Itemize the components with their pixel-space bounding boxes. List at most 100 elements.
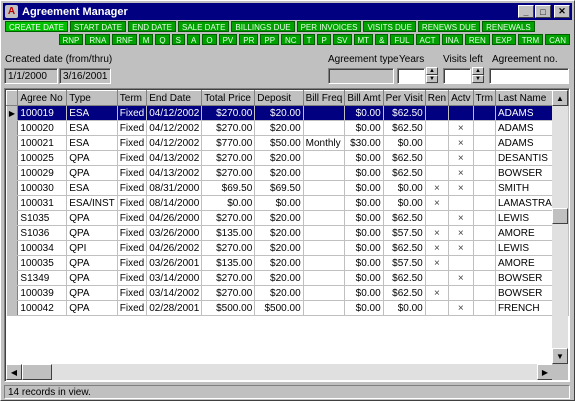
- cell-bill-amt[interactable]: $0.00: [344, 255, 384, 271]
- created-thru-field[interactable]: 3/16/2001: [59, 68, 111, 84]
- cell-total-price[interactable]: $270.00: [201, 210, 256, 226]
- cell-deposit[interactable]: $20.00: [254, 165, 304, 181]
- filter-code-rna[interactable]: RNA: [85, 34, 111, 45]
- cell-bill-amt[interactable]: $0.00: [344, 285, 384, 301]
- cell-bill-freq[interactable]: [303, 225, 346, 241]
- cell-agree-no[interactable]: S1035: [17, 210, 68, 226]
- row-indicator[interactable]: [6, 180, 19, 196]
- visits-left-field[interactable]: [443, 68, 471, 84]
- scroll-down-icon[interactable]: ▼: [552, 348, 568, 364]
- cell-agree-no[interactable]: 100039: [17, 285, 68, 301]
- cell-ren[interactable]: ×: [425, 225, 450, 241]
- cell-bill-amt[interactable]: $0.00: [344, 120, 384, 136]
- cell-ren[interactable]: [425, 270, 450, 286]
- cell-bill-amt[interactable]: $0.00: [344, 180, 384, 196]
- cell-term[interactable]: Fixed: [117, 165, 148, 181]
- cell-term[interactable]: Fixed: [117, 210, 148, 226]
- row-indicator[interactable]: [6, 150, 19, 166]
- row-indicator[interactable]: [6, 240, 19, 256]
- cell-actv[interactable]: ×: [448, 225, 474, 241]
- cell-deposit[interactable]: $20.00: [254, 105, 304, 121]
- cell-deposit[interactable]: $20.00: [254, 210, 304, 226]
- visits-left-spinner[interactable]: ▲ ▼: [472, 67, 484, 84]
- cell-bill-amt[interactable]: $0.00: [344, 105, 384, 121]
- cell-per-visit[interactable]: $62.50: [383, 210, 426, 226]
- cell-per-visit[interactable]: $62.50: [383, 285, 426, 301]
- sort-tab-sale-date[interactable]: SALE DATE: [178, 21, 230, 32]
- cell-bill-freq[interactable]: [303, 180, 346, 196]
- cell-type[interactable]: QPA: [66, 285, 118, 301]
- cell-agree-no[interactable]: 100025: [17, 150, 68, 166]
- cell-term[interactable]: Fixed: [117, 135, 148, 151]
- cell-agree-no[interactable]: 100029: [17, 165, 68, 181]
- filter-code-p[interactable]: P: [317, 34, 331, 45]
- cell-actv[interactable]: ×: [448, 135, 474, 151]
- cell-type[interactable]: ESA: [66, 135, 118, 151]
- cell-total-price[interactable]: $270.00: [201, 120, 256, 136]
- row-indicator[interactable]: [6, 120, 19, 136]
- cell-bill-freq[interactable]: [303, 270, 346, 286]
- column-header-type[interactable]: Type: [66, 90, 118, 106]
- cell-bill-amt[interactable]: $0.00: [344, 150, 384, 166]
- table-row[interactable]: 100021 ESA Fixed 04/12/2002 $770.00 $50.00 Mon…: [6, 135, 569, 151]
- column-header-trm[interactable]: Trm: [472, 90, 496, 106]
- cell-bill-freq[interactable]: [303, 300, 346, 316]
- cell-end-date[interactable]: 04/13/2002: [146, 165, 203, 181]
- filter-code-s[interactable]: S: [171, 34, 185, 45]
- column-header-agree-no[interactable]: Agree No: [17, 90, 68, 106]
- table-row[interactable]: 100031 ESA/INST Fixed 08/14/2000 $0.00 $0.00 $…: [6, 195, 569, 211]
- filter-code-rnp[interactable]: RNP: [58, 34, 84, 45]
- cell-bill-freq[interactable]: [303, 120, 346, 136]
- cell-actv[interactable]: ×: [448, 270, 474, 286]
- table-row[interactable]: 100030 ESA Fixed 08/31/2000 $69.50 $69.50 $0.0…: [6, 180, 569, 196]
- cell-bill-amt[interactable]: $0.00: [344, 210, 384, 226]
- cell-per-visit[interactable]: $62.50: [383, 165, 426, 181]
- agreements-grid[interactable]: Agree No Type Term End Date Total Price Depos…: [4, 88, 570, 382]
- cell-term[interactable]: Fixed: [117, 285, 148, 301]
- column-header-total-price[interactable]: Total Price: [201, 90, 256, 106]
- filter-code-ina[interactable]: INA: [441, 34, 463, 45]
- cell-term[interactable]: Fixed: [117, 300, 148, 316]
- cell-agree-no[interactable]: 100019: [17, 105, 68, 121]
- cell-deposit[interactable]: $20.00: [254, 150, 304, 166]
- cell-deposit[interactable]: $20.00: [254, 225, 304, 241]
- cell-term[interactable]: Fixed: [117, 120, 148, 136]
- cell-type[interactable]: QPA: [66, 150, 118, 166]
- cell-bill-amt[interactable]: $30.00: [344, 135, 384, 151]
- filter-code-o[interactable]: O: [202, 34, 217, 45]
- sort-tab-per-invoices[interactable]: PER INVOICES: [296, 21, 362, 32]
- sort-tab-create-date[interactable]: CREATE DATE: [5, 21, 68, 32]
- sort-tab-billings-due[interactable]: BILLINGS DUE: [231, 21, 295, 32]
- cell-trm[interactable]: [473, 255, 496, 271]
- column-header-bill-amt[interactable]: Bill Amt: [344, 90, 384, 106]
- cell-ren[interactable]: [425, 150, 450, 166]
- cell-trm[interactable]: [473, 120, 496, 136]
- cell-deposit[interactable]: $500.00: [254, 300, 304, 316]
- cell-per-visit[interactable]: $62.50: [383, 240, 426, 256]
- cell-per-visit[interactable]: $0.00: [383, 300, 426, 316]
- sort-tab-end-date[interactable]: END DATE: [128, 21, 176, 32]
- filter-code-pr[interactable]: PR: [239, 34, 259, 45]
- cell-bill-freq[interactable]: [303, 105, 346, 121]
- cell-bill-freq[interactable]: [303, 285, 346, 301]
- cell-type[interactable]: QPA: [66, 210, 118, 226]
- filter-code-a[interactable]: A: [186, 34, 201, 45]
- cell-type[interactable]: ESA/INST: [66, 195, 118, 211]
- cell-agree-no[interactable]: 100034: [17, 240, 68, 256]
- years-field[interactable]: [397, 68, 425, 84]
- cell-trm[interactable]: [473, 270, 496, 286]
- filter-code-act[interactable]: ACT: [415, 34, 440, 45]
- table-row[interactable]: 100042 QPA Fixed 02/28/2001 $500.00 $500.00 $0…: [6, 300, 569, 316]
- cell-ren[interactable]: [425, 300, 450, 316]
- cell-type[interactable]: QPA: [66, 300, 118, 316]
- cell-term[interactable]: Fixed: [117, 105, 148, 121]
- cell-total-price[interactable]: $270.00: [201, 150, 256, 166]
- cell-end-date[interactable]: 08/14/2000: [146, 195, 203, 211]
- years-down-arrow-icon[interactable]: ▼: [426, 75, 438, 83]
- filter-code-trm[interactable]: TRM: [517, 34, 544, 45]
- column-header-bill-freq[interactable]: Bill Freq: [302, 90, 346, 106]
- table-row[interactable]: 100035 QPA Fixed 03/26/2001 $135.00 $20.00 $0.…: [6, 255, 569, 271]
- cell-type[interactable]: QPA: [66, 270, 118, 286]
- cell-per-visit[interactable]: $0.00: [383, 180, 426, 196]
- cell-ren[interactable]: ×: [425, 195, 450, 211]
